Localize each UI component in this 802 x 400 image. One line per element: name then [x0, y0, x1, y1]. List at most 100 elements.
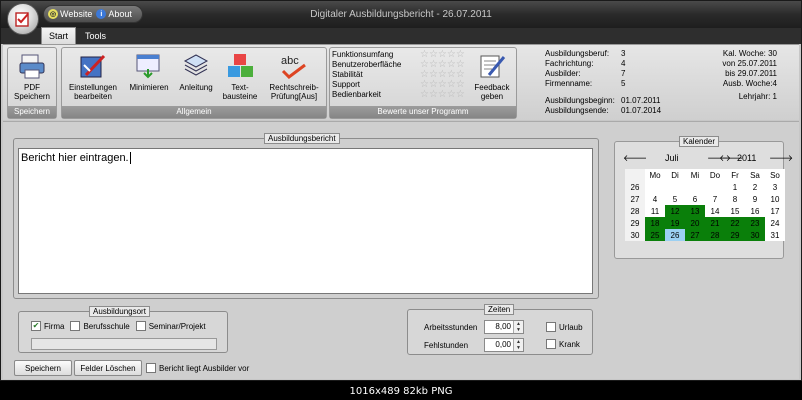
calendar-day[interactable]: 8	[725, 193, 745, 205]
fehlstunden-input[interactable]: 0,00 ▲ ▼	[484, 338, 524, 352]
about-label: About	[108, 9, 132, 19]
fehlstunden-value: 0,00	[495, 340, 511, 349]
week-header	[625, 169, 645, 181]
calendar-day[interactable]: 20	[685, 217, 705, 229]
info-icon: i	[96, 9, 107, 19]
feedback-label: Feedback geben	[474, 83, 510, 101]
info-label: Firmenname:	[545, 79, 593, 88]
save-button[interactable]: Speichern	[14, 360, 72, 376]
feedback-pen-icon	[480, 55, 506, 78]
calendar-day[interactable]: 14	[705, 205, 725, 217]
calendar-day[interactable]: 24	[765, 217, 785, 229]
calendar-day[interactable]: 11	[645, 205, 665, 217]
firma-checkbox[interactable]: ✔ Firma	[31, 321, 64, 331]
anleitung-label: Anleitung	[179, 83, 213, 92]
calendar-day[interactable]	[685, 181, 705, 193]
blocks-icon	[228, 54, 253, 77]
calendar-day[interactable]: 17	[765, 205, 785, 217]
calendar-day[interactable]: 10	[765, 193, 785, 205]
spinner-icon[interactable]: ▲ ▼	[513, 339, 523, 351]
zeiten-legend: Zeiten	[484, 304, 515, 315]
krank-label: Krank	[559, 339, 580, 349]
anleitung-button[interactable]: Anleitung	[176, 51, 216, 92]
calendar-day[interactable]: 18	[645, 217, 665, 229]
lehrjahr-value: 1	[772, 92, 777, 101]
star-rating[interactable]: ☆☆☆☆☆	[420, 90, 465, 100]
kw-value: 30	[768, 49, 777, 58]
calendar-day[interactable]: 5	[665, 193, 685, 205]
calendar-day[interactable]: 19	[665, 217, 685, 229]
spellcheck-button[interactable]: abc Rechtschreib- Prüfung[Aus]	[264, 51, 324, 101]
rating-label: Bedienbarkeit	[332, 90, 381, 99]
calendar-day[interactable]: 4	[645, 193, 665, 205]
about-link[interactable]: i About	[96, 9, 132, 19]
calendar-day[interactable]: 1	[725, 181, 745, 193]
tab-tools[interactable]: Tools	[78, 27, 113, 44]
tab-start[interactable]: Start	[41, 27, 77, 44]
calendar-day[interactable]	[705, 181, 725, 193]
check-icon: ✔	[31, 321, 41, 331]
calendar-day[interactable]	[665, 181, 685, 193]
report-icon	[15, 12, 29, 27]
next-year-arrow-icon[interactable]: 🡒	[769, 153, 793, 164]
calendar-day[interactable]	[645, 181, 665, 193]
spinner-icon[interactable]: ▲ ▼	[513, 321, 523, 333]
krank-checkbox[interactable]: Krank	[546, 339, 580, 349]
calendar-day[interactable]: 21	[705, 217, 725, 229]
calendar-day[interactable]: 23	[745, 217, 765, 229]
calendar-day[interactable]: 22	[725, 217, 745, 229]
week-number: 28	[625, 205, 645, 217]
info-value: 5	[621, 79, 626, 88]
calendar-year: 2011	[737, 153, 757, 163]
week-number: 27	[625, 193, 645, 205]
urlaub-checkbox[interactable]: Urlaub	[546, 322, 583, 332]
week-number: 30	[625, 229, 645, 241]
calendar-day[interactable]: 31	[765, 229, 785, 241]
prev-month-arrow-icon[interactable]: 🡐	[623, 153, 647, 164]
calendar-day[interactable]: 30	[745, 229, 765, 241]
checkbox-box	[70, 321, 81, 331]
calendar-legend: Kalender	[679, 136, 720, 147]
calendar-day[interactable]: 29	[725, 229, 745, 241]
calendar-day[interactable]: 25	[645, 229, 665, 241]
calendar-day[interactable]: 9	[745, 193, 765, 205]
rating-label: Funktionsumfang	[332, 50, 394, 59]
rating-label: Stabilität	[332, 70, 363, 79]
textbausteine-button[interactable]: Text- bausteine	[220, 51, 260, 101]
arbeitsstunden-input[interactable]: 8,00 ▲ ▼	[484, 320, 524, 334]
pdf-save-button[interactable]: PDF Speichern	[12, 51, 52, 101]
calendar-day[interactable]: 16	[745, 205, 765, 217]
ausbildungsort-field[interactable]	[31, 338, 217, 350]
group-allgemein: Einstellungen bearbeiten Minimieren Anle…	[61, 47, 327, 119]
website-link[interactable]: ◎ Website	[48, 9, 92, 19]
week-number: 29	[625, 217, 645, 229]
berufsschule-checkbox[interactable]: Berufsschule	[70, 321, 130, 331]
calendar-day[interactable]: 6	[685, 193, 705, 205]
seminar-checkbox[interactable]: Seminar/Projekt	[135, 321, 206, 331]
textbausteine-label: Text- bausteine	[222, 83, 258, 101]
minimize-button[interactable]: Minimieren	[126, 51, 172, 92]
urlaub-label: Urlaub	[559, 322, 583, 332]
app-menu-button[interactable]	[7, 3, 39, 35]
clear-fields-button[interactable]: Felder Löschen	[74, 360, 142, 376]
calendar-day[interactable]: 15	[725, 205, 745, 217]
group-label-allgemein: Allgemein	[62, 106, 326, 118]
info-value: 4	[621, 59, 626, 68]
calendar-day[interactable]: 7	[705, 193, 725, 205]
checkbox-box	[546, 339, 556, 349]
calendar-day-selected[interactable]: 26	[665, 229, 685, 241]
calendar-day[interactable]: 12	[665, 205, 685, 217]
ausbilder-checkbox[interactable]: Bericht liegt Ausbilder vor	[146, 363, 249, 373]
settings-button[interactable]: Einstellungen bearbeiten	[64, 51, 122, 101]
report-textarea[interactable]: Bericht hier eintragen.	[18, 148, 593, 294]
berufsschule-label: Berufsschule	[83, 321, 130, 331]
minimize-window-icon	[136, 54, 160, 79]
feedback-button[interactable]: Feedback geben	[470, 51, 514, 101]
calendar-day[interactable]: 28	[705, 229, 725, 241]
tab-strip	[1, 28, 801, 44]
calendar-day[interactable]: 13	[685, 205, 705, 217]
calendar-day[interactable]: 27	[685, 229, 705, 241]
calendar-day[interactable]: 3	[765, 181, 785, 193]
calendar-day[interactable]: 2	[745, 181, 765, 193]
von-value: 25.07.2011	[737, 59, 777, 68]
